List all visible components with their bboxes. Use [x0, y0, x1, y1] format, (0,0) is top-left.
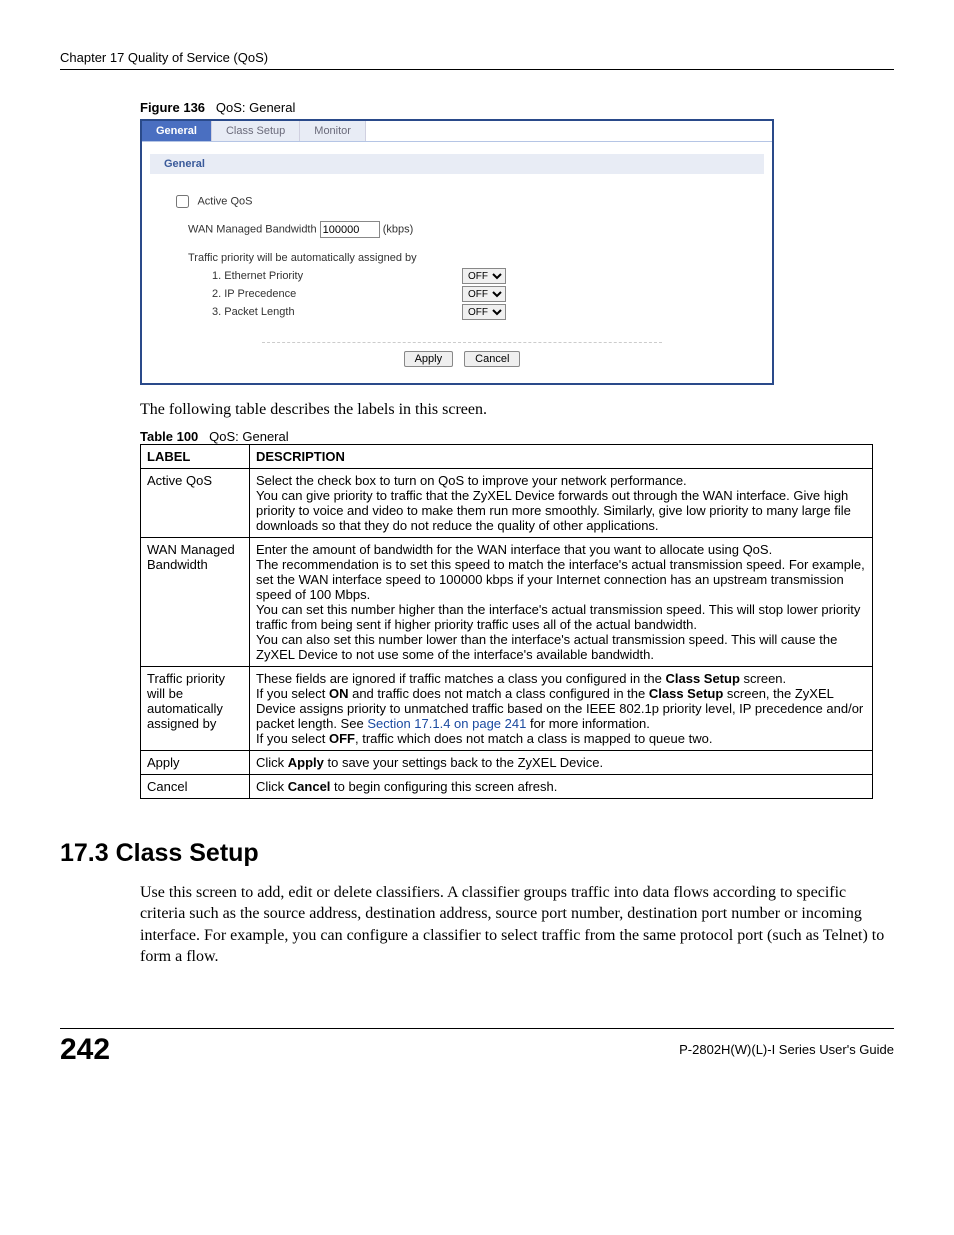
- intro-paragraph: The following table describes the labels…: [140, 399, 894, 421]
- page-footer: 242 P-2802H(W)(L)-I Series User's Guide: [60, 1028, 894, 1067]
- desc-line: You can set this number higher than the …: [256, 602, 866, 632]
- cell-desc: Click Apply to save your settings back t…: [250, 750, 873, 774]
- wan-bandwidth-label-post: (kbps): [383, 224, 414, 236]
- qos-general-table: LABEL DESCRIPTION Active QoS Select the …: [140, 444, 873, 799]
- section-heading: 17.3 Class Setup: [60, 839, 894, 868]
- tab-class-setup[interactable]: Class Setup: [212, 121, 300, 141]
- chapter-header: Chapter 17 Quality of Service (QoS): [60, 50, 894, 70]
- active-qos-checkbox[interactable]: [176, 195, 189, 208]
- cell-label: Cancel: [141, 774, 250, 798]
- table-row: Cancel Click Cancel to begin configuring…: [141, 774, 873, 798]
- cell-desc: Click Cancel to begin configuring this s…: [250, 774, 873, 798]
- th-desc: DESCRIPTION: [250, 444, 873, 468]
- wan-bandwidth-row: WAN Managed Bandwidth (kbps): [188, 221, 752, 238]
- figure-caption: Figure 136 QoS: General: [140, 100, 894, 115]
- desc-line: These fields are ignored if traffic matc…: [256, 671, 866, 686]
- priority-ethernet-select[interactable]: OFF: [462, 268, 506, 284]
- desc-line: You can also set this number lower than …: [256, 632, 866, 662]
- table-number: Table 100: [140, 429, 198, 444]
- desc-line: If you select ON and traffic does not ma…: [256, 686, 866, 731]
- priority-intro: Traffic priority will be automatically a…: [188, 252, 752, 264]
- figure-title: QoS: General: [216, 100, 296, 115]
- table-row: Apply Click Apply to save your settings …: [141, 750, 873, 774]
- table-title: QoS: General: [209, 429, 289, 444]
- cell-desc: Select the check box to turn on QoS to i…: [250, 468, 873, 537]
- tab-general[interactable]: General: [142, 121, 212, 141]
- active-qos-label: Active QoS: [197, 195, 252, 207]
- th-label: LABEL: [141, 444, 250, 468]
- wan-bandwidth-label-pre: WAN Managed Bandwidth: [188, 224, 317, 236]
- section-paragraph: Use this screen to add, edit or delete c…: [140, 882, 894, 968]
- priority-packet-select[interactable]: OFF: [462, 304, 506, 320]
- apply-button[interactable]: Apply: [404, 351, 454, 367]
- table-row: Traffic priority will be automatically a…: [141, 666, 873, 750]
- cell-label: Traffic priority will be automatically a…: [141, 666, 250, 750]
- guide-title: P-2802H(W)(L)-I Series User's Guide: [679, 1042, 894, 1057]
- active-qos-row: Active QoS: [172, 192, 752, 211]
- table-row: Active QoS Select the check box to turn …: [141, 468, 873, 537]
- desc-line: If you select OFF, traffic which does no…: [256, 731, 866, 746]
- section-link[interactable]: Section 17.1.4 on page 241: [367, 716, 526, 731]
- tab-monitor[interactable]: Monitor: [300, 121, 366, 141]
- priority-ip-select[interactable]: OFF: [462, 286, 506, 302]
- desc-line: You can give priority to traffic that th…: [256, 488, 866, 533]
- cell-label: Apply: [141, 750, 250, 774]
- figure-number: Figure 136: [140, 100, 205, 115]
- tab-bar: General Class Setup Monitor: [142, 121, 772, 142]
- desc-line: The recommendation is to set this speed …: [256, 557, 866, 602]
- cell-label: Active QoS: [141, 468, 250, 537]
- priority-ethernet-label: 1. Ethernet Priority: [212, 270, 462, 282]
- panel-section-title: General: [150, 154, 764, 174]
- qos-general-screenshot: General Class Setup Monitor General Acti…: [140, 119, 774, 385]
- desc-line: Select the check box to turn on QoS to i…: [256, 473, 866, 488]
- priority-packet-label: 3. Packet Length: [212, 306, 462, 318]
- cell-label: WAN Managed Bandwidth: [141, 537, 250, 666]
- page-number: 242: [60, 1033, 110, 1067]
- table-caption: Table 100 QoS: General: [140, 429, 894, 444]
- priority-ip-label: 2. IP Precedence: [212, 288, 462, 300]
- cell-desc: These fields are ignored if traffic matc…: [250, 666, 873, 750]
- desc-line: Enter the amount of bandwidth for the WA…: [256, 542, 866, 557]
- cancel-button[interactable]: Cancel: [464, 351, 520, 367]
- table-row: WAN Managed Bandwidth Enter the amount o…: [141, 537, 873, 666]
- wan-bandwidth-input[interactable]: [320, 221, 380, 238]
- cell-desc: Enter the amount of bandwidth for the WA…: [250, 537, 873, 666]
